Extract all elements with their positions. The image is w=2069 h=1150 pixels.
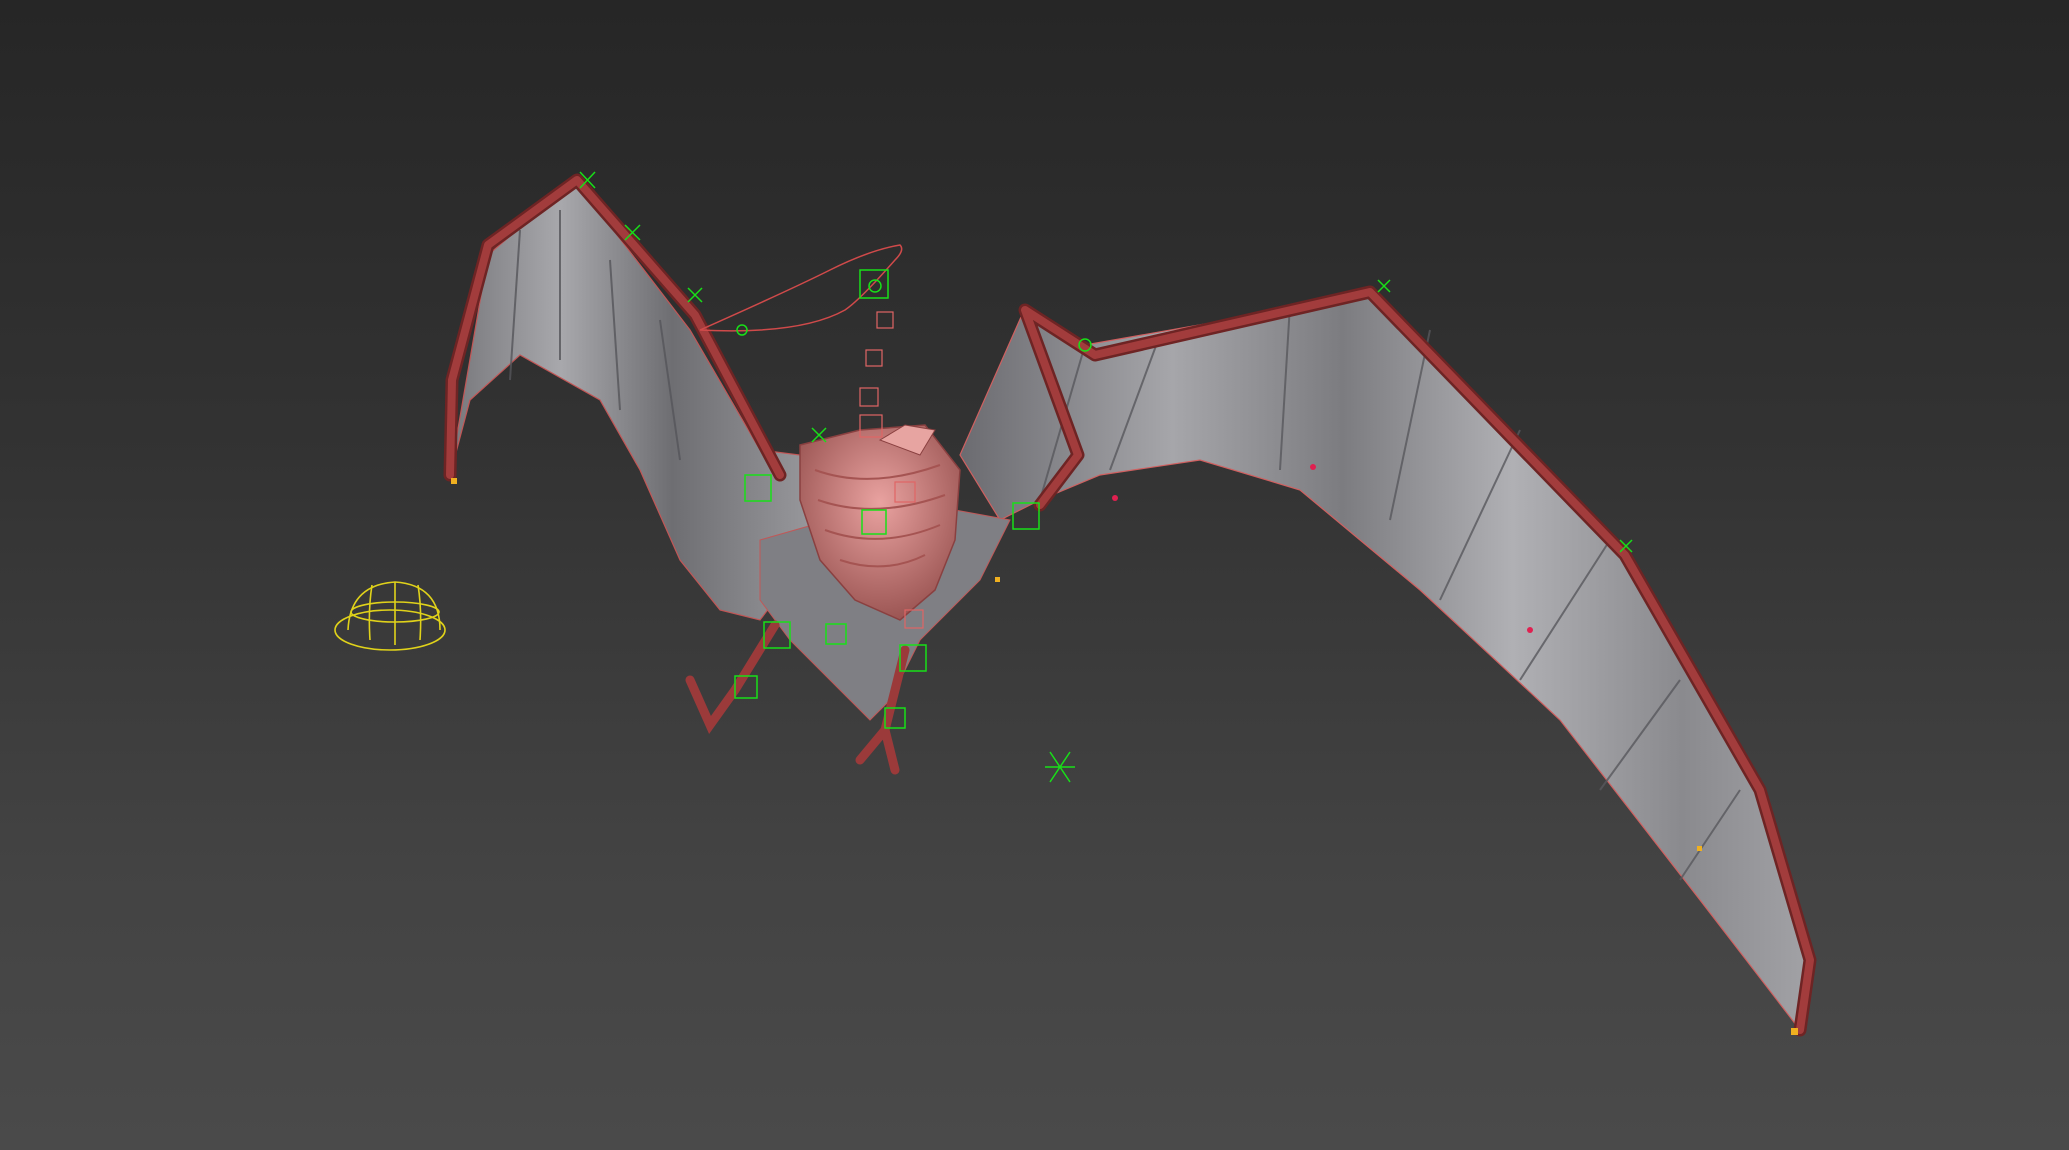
spline-helper[interactable] bbox=[699, 244, 903, 332]
3d-viewport[interactable] bbox=[0, 0, 2069, 1150]
hard-hat-icon[interactable] bbox=[334, 581, 446, 651]
scene-render bbox=[334, 171, 1817, 1037]
